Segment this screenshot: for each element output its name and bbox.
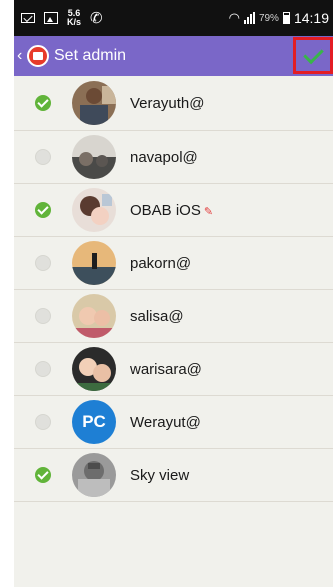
phone-screen: 5.6 K/s ✆ ◠ 79% 14:19 ‹ Set admin Verayu… [14, 0, 333, 587]
member-row[interactable]: Verayuth@ [14, 76, 333, 131]
member-name: Werayut@ [130, 413, 201, 431]
page-title: Set admin [54, 47, 127, 64]
avatar: PC [72, 400, 116, 444]
unselected-radio-icon[interactable] [35, 149, 51, 165]
phone-call-icon: ✆ [90, 10, 103, 27]
image-icon [44, 12, 58, 24]
avatar [72, 347, 116, 391]
member-name-text: OBAB iOS [130, 201, 201, 219]
battery-percent: 79% [258, 12, 279, 24]
wifi-icon: ◠ [228, 10, 240, 25]
member-row[interactable]: navapol@ [14, 131, 333, 184]
member-list: Verayuth@ navapol@ OBAB iOS ✎ pakorn@ sa… [14, 76, 333, 502]
avatar [72, 81, 116, 125]
avatar [72, 241, 116, 285]
avatar [72, 135, 116, 179]
member-name: Sky view [130, 466, 190, 484]
member-name: OBAB iOS ✎ [130, 202, 213, 219]
selected-check-icon[interactable] [35, 202, 51, 218]
avatar [72, 294, 116, 338]
clock: 14:19 [293, 10, 329, 26]
member-name: salisa@ [130, 307, 184, 325]
network-speed: 5.6 K/s [67, 9, 81, 27]
member-name: warisara@ [130, 360, 202, 378]
member-row[interactable]: PC Werayut@ [14, 396, 333, 449]
screen-border [0, 0, 14, 587]
member-row[interactable]: salisa@ [14, 290, 333, 343]
member-name: pakorn@ [130, 254, 192, 272]
back-icon[interactable]: ‹ [14, 36, 25, 76]
member-row[interactable]: pakorn@ [14, 237, 333, 290]
unselected-radio-icon[interactable] [35, 414, 51, 430]
mail-icon [21, 13, 35, 23]
member-name: navapol@ [130, 148, 198, 166]
pin-icon: ✎ [203, 205, 214, 218]
unselected-radio-icon[interactable] [35, 255, 51, 271]
member-row[interactable]: OBAB iOS ✎ [14, 184, 333, 237]
avatar [72, 188, 116, 232]
member-row[interactable]: warisara@ [14, 343, 333, 396]
member-row[interactable]: Sky view [14, 449, 333, 502]
selected-check-icon[interactable] [35, 95, 51, 111]
action-bar: ‹ Set admin [14, 36, 333, 76]
checkmark-icon [302, 43, 324, 64]
battery-icon [282, 12, 290, 24]
avatar [72, 453, 116, 497]
selected-check-icon[interactable] [35, 467, 51, 483]
status-bar: 5.6 K/s ✆ ◠ 79% 14:19 [14, 0, 333, 36]
member-name: Verayuth@ [130, 94, 205, 112]
unselected-radio-icon[interactable] [35, 361, 51, 377]
app-logo[interactable] [27, 45, 49, 67]
signal-icon [243, 12, 255, 24]
confirm-button[interactable] [293, 37, 333, 74]
unselected-radio-icon[interactable] [35, 308, 51, 324]
network-speed-unit: K/s [67, 17, 82, 27]
